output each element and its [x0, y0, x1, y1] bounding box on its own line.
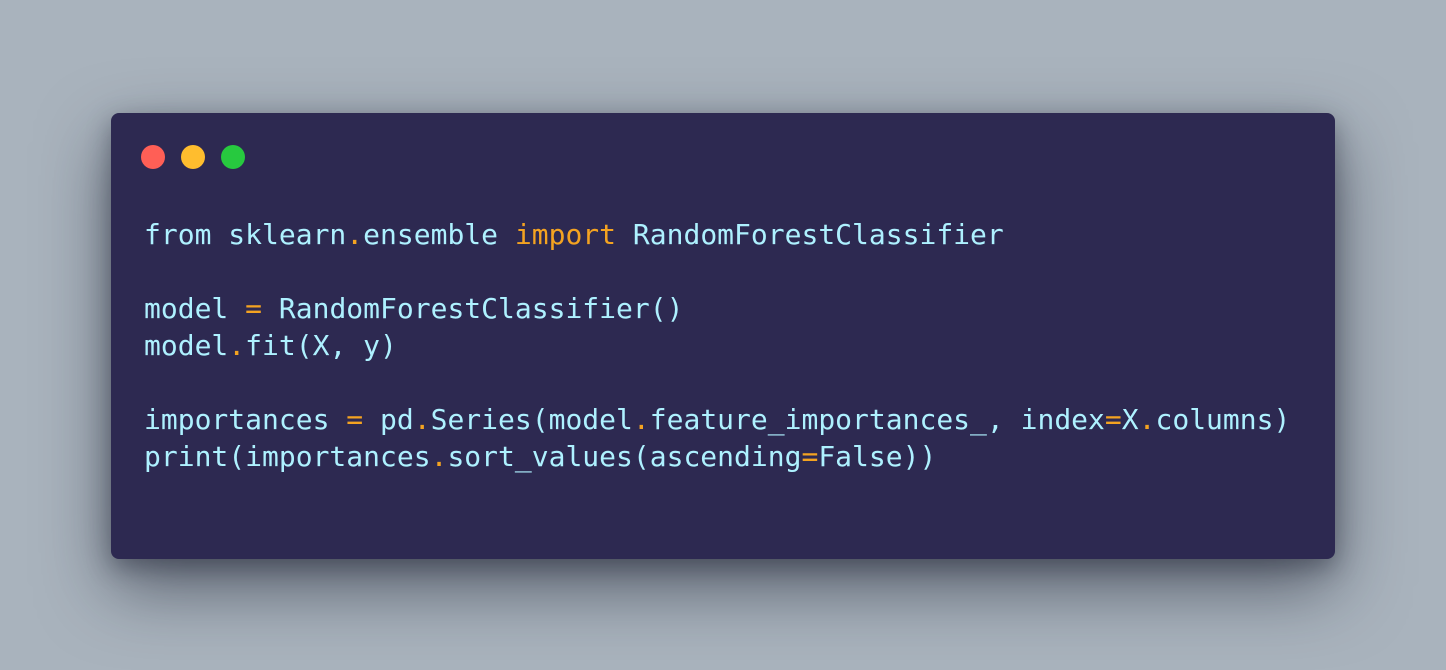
code-token: model — [144, 329, 229, 362]
code-token: print(importances — [144, 440, 431, 473]
code-operator-token: . — [413, 403, 431, 436]
maximize-dot-icon[interactable] — [221, 145, 245, 169]
code-token: ensemble — [363, 218, 515, 251]
code-operator-token: . — [632, 403, 650, 436]
code-window: from sklearn.ensemble import RandomFores… — [111, 113, 1335, 559]
code-token: fit(X, y) — [245, 329, 397, 362]
code-token: model — [144, 292, 246, 325]
code-line: model = RandomForestClassifier() — [144, 290, 1290, 327]
code-operator-token: . — [1138, 403, 1156, 436]
code-token: columns) — [1155, 403, 1291, 436]
minimize-dot-icon[interactable] — [181, 145, 205, 169]
code-token: importances — [144, 403, 347, 436]
code-token: Series(model — [430, 403, 633, 436]
close-dot-icon[interactable] — [141, 145, 165, 169]
code-token: from sklearn — [144, 218, 347, 251]
code-token: X — [1121, 403, 1139, 436]
code-operator-token: = — [801, 440, 819, 473]
code-line: model.fit(X, y) — [144, 327, 1290, 364]
code-token: RandomForestClassifier — [616, 218, 1004, 251]
code-operator-token: = — [346, 403, 364, 436]
code-line: print(importances.sort_values(ascending=… — [144, 438, 1290, 475]
code-token: False)) — [818, 440, 937, 473]
code-operator-token: . — [430, 440, 448, 473]
code-operator-token: import — [514, 218, 617, 251]
code-token: sort_values(ascending — [447, 440, 802, 473]
code-token: feature_importances_, index — [649, 403, 1105, 436]
code-token: RandomForestClassifier() — [262, 292, 684, 325]
code-token: pd — [363, 403, 414, 436]
code-operator-token: . — [346, 218, 364, 251]
code-line: from sklearn.ensemble import RandomFores… — [144, 216, 1290, 253]
code-operator-token: . — [228, 329, 246, 362]
code-operator-token: = — [1104, 403, 1122, 436]
code-line: importances = pd.Series(model.feature_im… — [144, 401, 1290, 438]
code-block: from sklearn.ensemble import RandomFores… — [144, 216, 1290, 475]
code-operator-token: = — [245, 292, 263, 325]
